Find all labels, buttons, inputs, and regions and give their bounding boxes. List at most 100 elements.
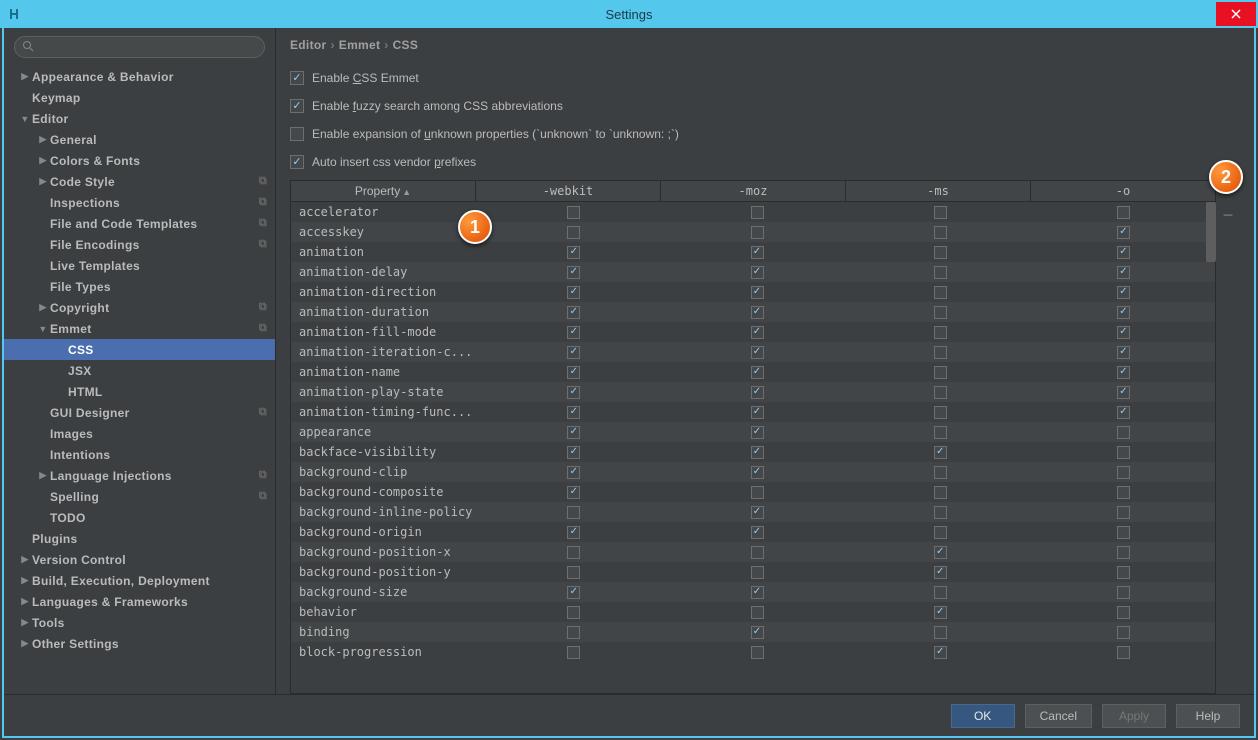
table-scrollbar[interactable] xyxy=(1206,202,1216,262)
prefix-checkbox[interactable] xyxy=(751,586,764,599)
tree-item-css[interactable]: CSS xyxy=(4,339,275,360)
prefix-checkbox[interactable] xyxy=(751,266,764,279)
table-row[interactable]: background-position-x xyxy=(291,542,1215,562)
prefix-checkbox[interactable] xyxy=(567,406,580,419)
prefix-checkbox[interactable] xyxy=(1117,526,1130,539)
table-row[interactable]: block-progression xyxy=(291,642,1215,662)
prefix-checkbox[interactable] xyxy=(567,446,580,459)
tree-item-plugins[interactable]: Plugins xyxy=(4,528,275,549)
prefix-checkbox[interactable] xyxy=(1117,346,1130,359)
prefix-checkbox[interactable] xyxy=(751,426,764,439)
table-row[interactable]: accesskey xyxy=(291,222,1215,242)
table-row[interactable]: animation-direction xyxy=(291,282,1215,302)
tree-item-gui-designer[interactable]: GUI Designer⧉ xyxy=(4,402,275,423)
table-row[interactable]: background-composite xyxy=(291,482,1215,502)
prefix-checkbox[interactable] xyxy=(567,266,580,279)
cancel-button[interactable]: Cancel xyxy=(1025,704,1092,728)
tree-item-appearance-behavior[interactable]: ▶Appearance & Behavior xyxy=(4,66,275,87)
prefix-checkbox[interactable] xyxy=(934,526,947,539)
column-ms[interactable]: -ms xyxy=(846,181,1031,201)
prefix-checkbox[interactable] xyxy=(1117,426,1130,439)
prefix-checkbox[interactable] xyxy=(1117,226,1130,239)
prefix-checkbox[interactable] xyxy=(751,366,764,379)
table-row[interactable]: animation-duration xyxy=(291,302,1215,322)
column-moz[interactable]: -moz xyxy=(661,181,846,201)
prefix-checkbox[interactable] xyxy=(751,306,764,319)
prefix-checkbox[interactable] xyxy=(751,406,764,419)
tree-item-language-injections[interactable]: ▶Language Injections⧉ xyxy=(4,465,275,486)
prefix-checkbox[interactable] xyxy=(751,346,764,359)
table-row[interactable]: animation xyxy=(291,242,1215,262)
settings-tree[interactable]: ▶Appearance & BehaviorKeymap▼Editor▶Gene… xyxy=(4,66,275,694)
prefix-checkbox[interactable] xyxy=(1117,366,1130,379)
prefix-checkbox[interactable] xyxy=(934,266,947,279)
tree-item-build-execution-deployment[interactable]: ▶Build, Execution, Deployment xyxy=(4,570,275,591)
prefix-checkbox[interactable] xyxy=(567,626,580,639)
column-property[interactable]: Property▲ xyxy=(291,181,476,201)
prefix-checkbox[interactable] xyxy=(1117,406,1130,419)
prefix-checkbox[interactable] xyxy=(567,306,580,319)
prefix-checkbox[interactable] xyxy=(934,586,947,599)
tree-item-version-control[interactable]: ▶Version Control xyxy=(4,549,275,570)
prefix-table-body[interactable]: acceleratoraccesskeyanimationanimation-d… xyxy=(290,202,1216,694)
column-o[interactable]: -o xyxy=(1031,181,1215,201)
prefix-checkbox[interactable] xyxy=(567,346,580,359)
prefix-checkbox[interactable] xyxy=(567,526,580,539)
table-row[interactable]: background-inline-policy xyxy=(291,502,1215,522)
tree-item-keymap[interactable]: Keymap xyxy=(4,87,275,108)
tree-item-spelling[interactable]: Spelling⧉ xyxy=(4,486,275,507)
enable-css-emmet-checkbox[interactable] xyxy=(290,71,304,85)
prefix-checkbox[interactable] xyxy=(751,646,764,659)
prefix-checkbox[interactable] xyxy=(1117,546,1130,559)
table-row[interactable]: backface-visibility xyxy=(291,442,1215,462)
table-row[interactable]: animation-fill-mode xyxy=(291,322,1215,342)
table-row[interactable]: appearance xyxy=(291,422,1215,442)
prefix-checkbox[interactable] xyxy=(934,326,947,339)
tree-item-inspections[interactable]: Inspections⧉ xyxy=(4,192,275,213)
prefix-checkbox[interactable] xyxy=(934,606,947,619)
prefix-checkbox[interactable] xyxy=(1117,506,1130,519)
prefix-checkbox[interactable] xyxy=(567,366,580,379)
prefix-checkbox[interactable] xyxy=(934,626,947,639)
prefix-checkbox[interactable] xyxy=(1117,246,1130,259)
prefix-checkbox[interactable] xyxy=(1117,646,1130,659)
prefix-checkbox[interactable] xyxy=(567,586,580,599)
tree-item-todo[interactable]: TODO xyxy=(4,507,275,528)
prefix-checkbox[interactable] xyxy=(567,646,580,659)
prefix-checkbox[interactable] xyxy=(934,306,947,319)
prefix-checkbox[interactable] xyxy=(934,206,947,219)
help-button[interactable]: Help xyxy=(1176,704,1240,728)
prefix-checkbox[interactable] xyxy=(934,466,947,479)
prefix-checkbox[interactable] xyxy=(934,286,947,299)
prefix-checkbox[interactable] xyxy=(1117,486,1130,499)
prefix-checkbox[interactable] xyxy=(751,206,764,219)
prefix-checkbox[interactable] xyxy=(934,246,947,259)
prefix-checkbox[interactable] xyxy=(751,286,764,299)
tree-item-other-settings[interactable]: ▶Other Settings xyxy=(4,633,275,654)
tree-item-code-style[interactable]: ▶Code Style⧉ xyxy=(4,171,275,192)
prefix-checkbox[interactable] xyxy=(751,506,764,519)
prefix-checkbox[interactable] xyxy=(751,566,764,579)
prefix-checkbox[interactable] xyxy=(751,486,764,499)
prefix-checkbox[interactable] xyxy=(1117,626,1130,639)
prefix-checkbox[interactable] xyxy=(567,426,580,439)
prefix-checkbox[interactable] xyxy=(751,226,764,239)
prefix-checkbox[interactable] xyxy=(751,246,764,259)
table-row[interactable]: background-size xyxy=(291,582,1215,602)
prefix-checkbox[interactable] xyxy=(751,386,764,399)
prefix-checkbox[interactable] xyxy=(1117,206,1130,219)
prefix-checkbox[interactable] xyxy=(751,326,764,339)
tree-item-copyright[interactable]: ▶Copyright⧉ xyxy=(4,297,275,318)
prefix-checkbox[interactable] xyxy=(934,346,947,359)
enable-fuzzy-checkbox[interactable] xyxy=(290,99,304,113)
tree-item-jsx[interactable]: JSX xyxy=(4,360,275,381)
table-row[interactable]: animation-iteration-c... xyxy=(291,342,1215,362)
prefix-checkbox[interactable] xyxy=(1117,286,1130,299)
tree-item-file-and-code-templates[interactable]: File and Code Templates⧉ xyxy=(4,213,275,234)
prefix-checkbox[interactable] xyxy=(934,226,947,239)
prefix-checkbox[interactable] xyxy=(751,526,764,539)
prefix-checkbox[interactable] xyxy=(751,626,764,639)
prefix-checkbox[interactable] xyxy=(934,366,947,379)
prefix-checkbox[interactable] xyxy=(1117,326,1130,339)
prefix-checkbox[interactable] xyxy=(751,546,764,559)
